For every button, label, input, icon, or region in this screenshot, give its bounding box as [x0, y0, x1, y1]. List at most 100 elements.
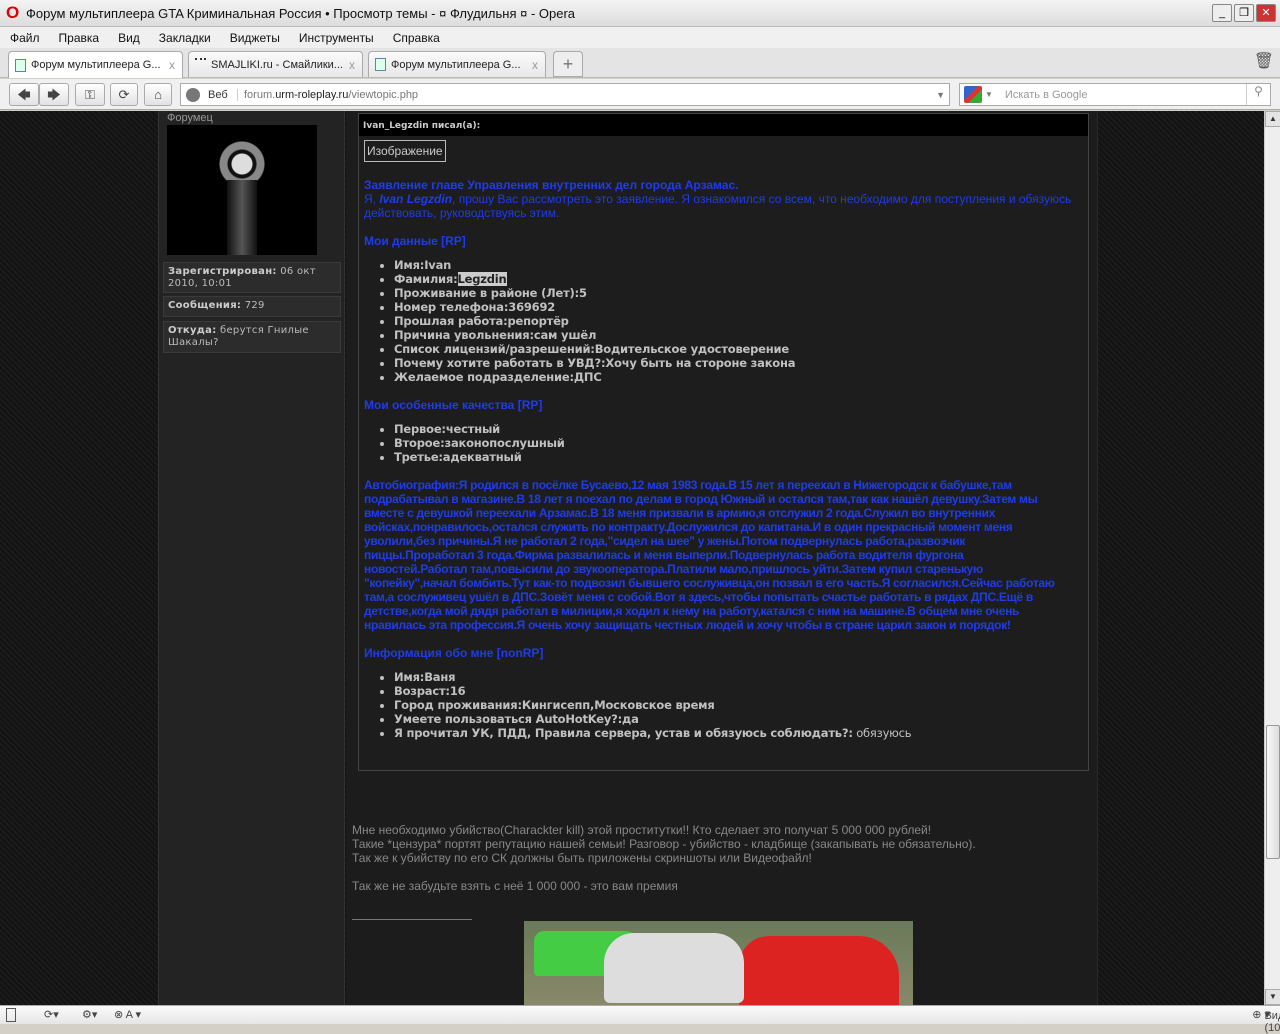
page-viewport: Форумец Зарегистрирован: 06 окт 2010, 10… — [0, 111, 1264, 1005]
red-car — [739, 936, 899, 1005]
post-message: Мне необходимо убийство(Charackter kill)… — [352, 823, 976, 893]
list-item: Третье:адекватный — [394, 450, 1074, 464]
tab-label: Форум мультиплеера G... — [391, 58, 521, 71]
menu-widgets[interactable]: Виджеты — [230, 31, 280, 45]
menu-file[interactable]: Файл — [10, 31, 40, 45]
avatar — [167, 125, 317, 255]
globe-icon — [186, 87, 200, 102]
menu-bookmarks[interactable]: Закладки — [159, 31, 211, 45]
message-line: Так же не забудьте взять с неё 1 000 000… — [352, 879, 678, 893]
list-item: Номер телефона:369692 — [394, 300, 1074, 314]
forward-button[interactable]: 🡆 — [39, 83, 69, 106]
menu-help[interactable]: Справка — [393, 31, 440, 45]
registered-info: Зарегистрирован: 06 окт 2010, 10:01 — [163, 262, 341, 293]
registered-label: Зарегистрирован: — [168, 266, 277, 277]
image-link[interactable]: Изображение — [364, 140, 446, 162]
search-placeholder[interactable]: Искать в Google — [1005, 89, 1088, 101]
address-toolbar: 🡄 🡆 ⚿ ⟳ ⌂ Веб forum.urm-roleplay.ru/view… — [0, 79, 1280, 110]
message-line: Такие *цензура* портят репутацию нашей с… — [352, 837, 976, 851]
section-my-data: Мои данные [RP] — [364, 234, 466, 248]
tab-close-icon[interactable]: x — [349, 58, 355, 72]
tab-forum-1[interactable]: Форум мультиплеера G... x — [8, 51, 183, 78]
address-dropdown-icon[interactable]: ▼ — [936, 90, 945, 100]
address-input[interactable]: Веб forum.urm-roleplay.ru/viewtopic.php … — [180, 83, 950, 106]
unite-icon[interactable]: ⚙▾ — [82, 1008, 97, 1021]
new-tab-button[interactable]: + — [553, 51, 583, 77]
zoom-label: Вид (100%) — [1264, 1010, 1280, 1034]
application-intro: Я, Ivan Legzdin, прошу Вас рассмотреть э… — [364, 192, 1074, 220]
post-content: Ivan_Legzdin писал(а): Изображение Заявл… — [346, 111, 1098, 1005]
tab-label: Форум мультиплеера G... — [31, 59, 161, 71]
tab-smajliki[interactable]: SMAJLIKI.ru - Смайлики... x — [188, 51, 363, 77]
tab-close-icon[interactable]: x — [169, 58, 175, 72]
list-item: Второе:законопослушный — [394, 436, 1074, 450]
search-box[interactable]: ▼ Искать в Google ⚲ — [959, 83, 1271, 106]
trash-icon[interactable]: 🗑 — [1254, 51, 1274, 71]
quote-author: Ivan_Legzdin писал(а): — [359, 114, 1088, 136]
zoom-control[interactable]: ⊕ Вид (100%) ▾ — [1252, 1008, 1280, 1034]
list-item: Список лицензий/разрешений:Водительское … — [394, 342, 1074, 356]
chevron-down-icon[interactable]: ▼ — [985, 90, 993, 99]
list-item: Я прочитал УК, ПДД, Правила сервера, уст… — [394, 726, 1074, 740]
quote-block: Ivan_Legzdin писал(а): Изображение Заявл… — [358, 113, 1089, 771]
url-prefix: forum. — [244, 88, 276, 101]
signature-image — [524, 921, 913, 1005]
back-button[interactable]: 🡄 — [9, 83, 39, 106]
window-title: Форум мультиплеера GTA Криминальная Росс… — [26, 5, 576, 21]
url-text[interactable]: forum.urm-roleplay.ru/viewtopic.php — [244, 89, 418, 101]
search-icon[interactable]: ⚲ — [1246, 84, 1270, 105]
my-data-list: Имя:Ivan Фамилия:Legzdin Проживание в ра… — [394, 258, 1074, 384]
menu-view[interactable]: Вид — [118, 31, 140, 45]
post-profile: Форумец Зарегистрирован: 06 окт 2010, 10… — [158, 111, 345, 1005]
quote-body: Заявление главе Управления внутренних де… — [364, 178, 1074, 754]
surname-selected: Legzdin — [457, 272, 507, 286]
list-item: Проживание в районе (Лет):5 — [394, 286, 1074, 300]
scroll-up-button[interactable]: ▲ — [1265, 111, 1280, 127]
maximize-button[interactable]: ❐ — [1234, 4, 1254, 22]
rules-question: Я прочитал УК, ПДД, Правила сервера, уст… — [394, 726, 853, 740]
home-button[interactable]: ⌂ — [144, 83, 172, 106]
vertical-scrollbar[interactable]: ▲ ▼ — [1264, 111, 1280, 1005]
menu-tools[interactable]: Инструменты — [299, 31, 374, 45]
opera-logo-icon: O — [6, 3, 20, 22]
posts-info: Сообщения: 729 — [163, 296, 341, 317]
autobiography: Автобиография:Я родился в посёлке Бусаев… — [364, 478, 1055, 632]
scroll-down-button[interactable]: ▼ — [1265, 989, 1280, 1005]
sync-icon[interactable]: ⟳▾ — [44, 1008, 59, 1021]
user-rank: Форумец — [167, 112, 213, 124]
google-icon[interactable] — [964, 86, 982, 103]
info-list: Имя:Ваня Возраст:16 Город проживания:Кин… — [394, 670, 1074, 740]
qualities-list: Первое:честный Второе:законопослушный Тр… — [394, 422, 1074, 464]
message-line: Мне необходимо убийство(Charackter kill)… — [352, 823, 932, 837]
section-qualities: Мои особенные качества [RP] — [364, 398, 543, 412]
intro-pre: Я, — [364, 192, 380, 206]
rules-answer: обязуюсь — [852, 726, 912, 740]
scrollbar-thumb[interactable] — [1266, 725, 1280, 859]
close-button[interactable]: ✕ — [1256, 4, 1276, 22]
tab-forum-2[interactable]: Форум мультиплеера G... x — [368, 51, 546, 77]
surname-label: Фамилия: — [394, 272, 458, 286]
menu-bar: Файл Правка Вид Закладки Виджеты Инструм… — [0, 27, 1280, 48]
list-item: Причина увольнения:сам ушёл — [394, 328, 1074, 342]
url-domain: urm-roleplay.ru — [275, 88, 349, 101]
panel-toggle-icon[interactable] — [6, 1008, 16, 1022]
wand-key-button[interactable]: ⚿ — [75, 83, 105, 106]
location-info: Откуда: берутся Гнилые Шакалы? — [163, 321, 341, 353]
reload-button[interactable]: ⟳ — [110, 83, 138, 106]
turbo-icon[interactable]: ⊗ A ▾ — [114, 1008, 141, 1021]
tab-close-icon[interactable]: x — [532, 58, 538, 72]
posts-value: 729 — [241, 300, 265, 311]
signature-divider — [352, 919, 472, 920]
title-bar: O Форум мультиплеера GTA Криминальная Ро… — [0, 0, 1280, 27]
message-line: Так же к убийству по его СК должны быть … — [352, 851, 812, 865]
page-icon — [15, 58, 26, 72]
list-item: Фамилия:Legzdin — [394, 272, 1074, 286]
menu-edit[interactable]: Правка — [59, 31, 100, 45]
intro-text: , прошу Вас рассмотреть это заявление. Я… — [364, 192, 1072, 220]
address-scope: Веб — [208, 88, 238, 101]
list-item: Почему хотите работать в УВД?:Хочу быть … — [394, 356, 1074, 370]
posts-label: Сообщения: — [168, 300, 242, 311]
minimize-button[interactable]: _ — [1212, 4, 1232, 22]
white-car — [604, 933, 744, 1003]
page-icon — [375, 58, 386, 71]
